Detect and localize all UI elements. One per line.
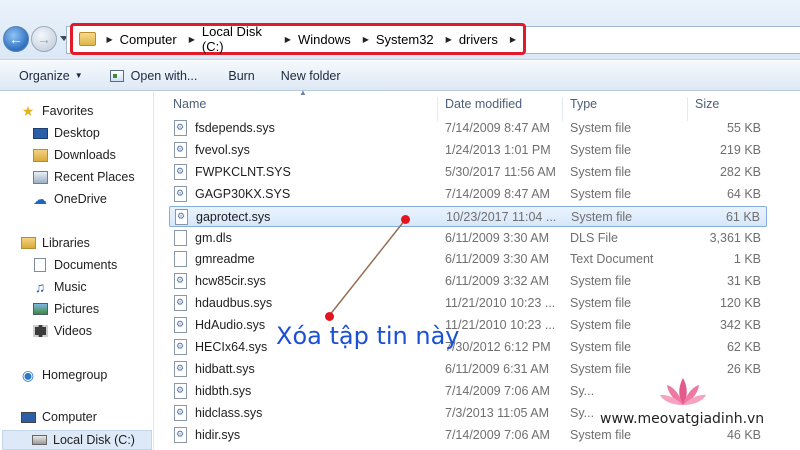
annotation-dot-top (401, 215, 410, 224)
annotation-line (328, 219, 406, 317)
watermark-url: www.meovatgiadinh.vn (600, 411, 765, 427)
lotus-logo-icon (660, 378, 706, 405)
annotation-dot-bottom (325, 312, 334, 321)
watermark: www.meovatgiadinh.vn (600, 373, 800, 450)
annotation-text: Xóa tập tin này (276, 322, 460, 350)
